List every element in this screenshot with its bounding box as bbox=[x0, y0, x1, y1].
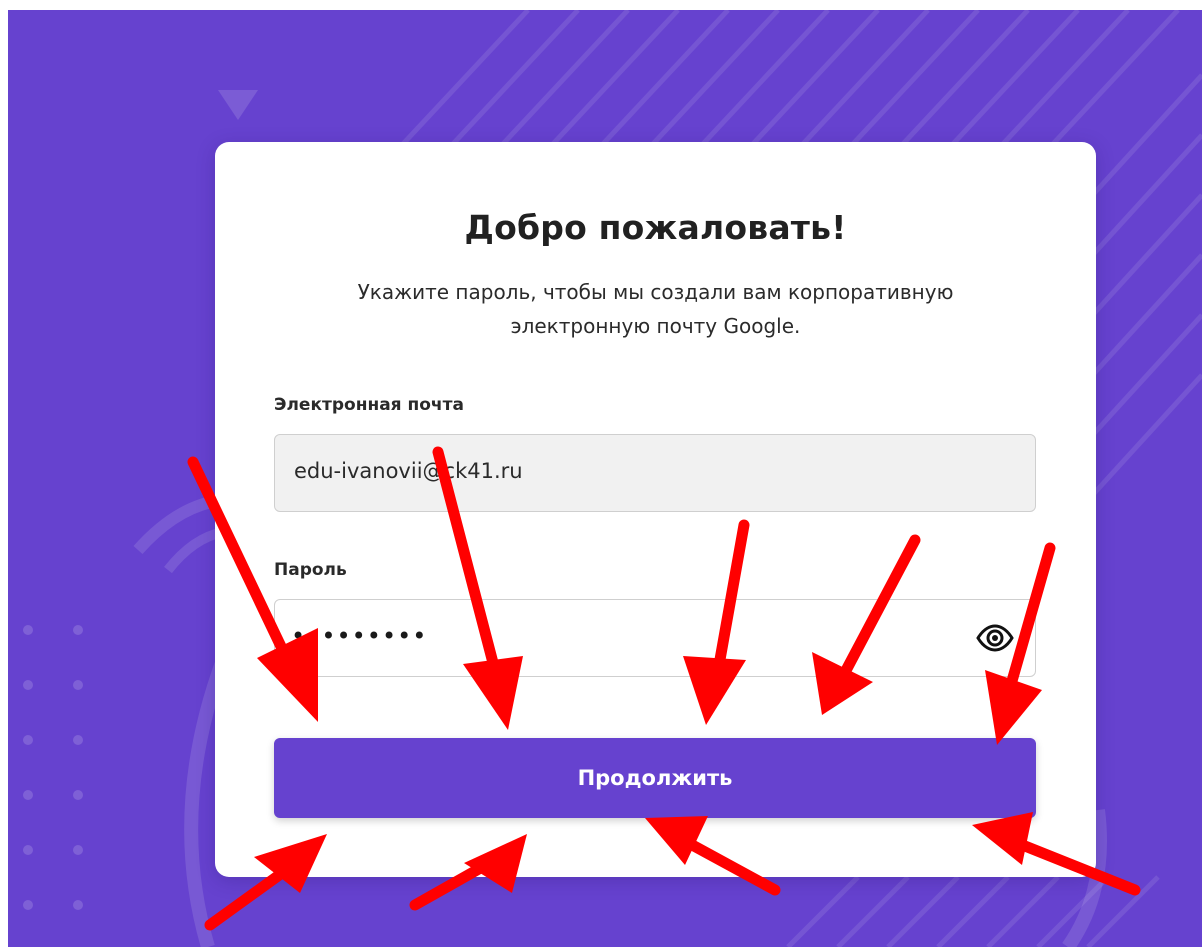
continue-button[interactable]: Продолжить bbox=[274, 738, 1036, 818]
page: Добро пожаловать! Укажите пароль, чтобы … bbox=[0, 0, 1202, 947]
page-subtitle: Укажите пароль, чтобы мы создали вам кор… bbox=[357, 280, 954, 338]
eye-icon[interactable] bbox=[975, 622, 1015, 654]
email-field[interactable]: edu-ivanovii@ck41.ru bbox=[274, 434, 1036, 512]
login-card: Добро пожаловать! Укажите пароль, чтобы … bbox=[215, 142, 1096, 877]
email-value: edu-ivanovii@ck41.ru bbox=[294, 459, 523, 483]
page-title: Добро пожаловать! bbox=[464, 208, 847, 247]
password-field[interactable]: ••••••••• bbox=[274, 599, 1036, 677]
password-label: Пароль bbox=[274, 560, 347, 580]
email-label: Электронная почта bbox=[274, 395, 464, 415]
password-mask: ••••••••• bbox=[291, 622, 428, 650]
